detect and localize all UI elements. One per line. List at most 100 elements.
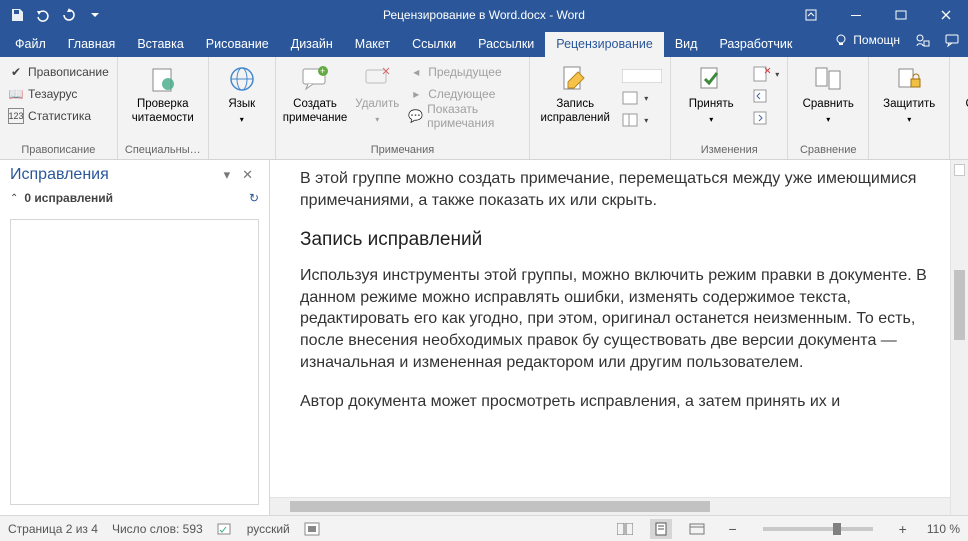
read-mode-icon[interactable] [614,519,636,539]
word-count[interactable]: Число слов: 593 [112,522,203,536]
accessibility-button[interactable]: Проверка читаемости [124,61,202,128]
zoom-in-button[interactable]: + [893,521,913,537]
tell-me-label: Помощн [853,33,900,47]
compare-label: Сравнить [803,98,854,112]
chevron-down-icon: ▾ [709,115,713,125]
revisions-list [10,219,259,505]
accept-button[interactable]: Принять ▾ [677,61,745,126]
close-button[interactable] [923,0,968,29]
horizontal-scrollbar[interactable] [270,497,950,515]
thesaurus-label: Тезаурус [28,87,77,101]
compare-button[interactable]: Сравнить ▾ [794,61,862,126]
track-changes-button[interactable]: Запись исправлений [536,61,614,128]
zoom-level[interactable]: 110 % [927,522,960,536]
doc-heading: Запись исправлений [300,229,932,251]
comments-icon[interactable] [944,32,960,48]
zoom-slider[interactable] [763,527,873,531]
status-bar: Страница 2 из 4 Число слов: 593 русский … [0,515,968,541]
tab-layout[interactable]: Макет [344,32,401,57]
globe-icon [226,63,258,95]
tab-references[interactable]: Ссылки [401,32,467,57]
onenote-button[interactable]: N Связанные заметки [956,61,968,128]
print-layout-icon[interactable] [650,519,672,539]
ribbon-options-icon[interactable] [788,0,833,29]
protect-button[interactable]: Защитить ▾ [875,61,943,126]
window-controls [788,0,968,29]
collapse-icon[interactable]: ⌃ [10,193,18,204]
chevron-down-icon: ▾ [240,115,244,125]
chevron-down-icon: ▾ [375,115,379,125]
next-comment-icon: ▸ [408,86,424,102]
tab-review[interactable]: Рецензирование [545,32,664,57]
tab-view[interactable]: Вид [664,32,709,57]
minimize-button[interactable] [833,0,878,29]
onenote-label: Связанные заметки [957,98,968,126]
panel-close-icon[interactable]: ✕ [236,167,259,183]
language-indicator[interactable]: русский [247,522,290,536]
reject-button[interactable]: ▾ [751,63,781,85]
new-comment-label: Создать примечание [283,98,348,126]
accept-icon [695,63,727,95]
tab-file[interactable]: Файл [4,32,57,57]
zoom-out-button[interactable]: − [722,521,742,537]
group-comments-label: Примечания [282,142,523,157]
document-page[interactable]: В этой группе можно создать примечание, … [270,160,950,497]
group-changes: Принять ▾ ▾ Изменения [671,57,788,159]
lightbulb-icon [834,33,848,47]
previous-comment-button: ◂Предыдущее [406,61,523,83]
tab-developer[interactable]: Разработчик [708,32,803,57]
new-comment-button[interactable]: + Создать примечание [282,61,349,128]
show-comments-label: Показать примечания [427,102,521,130]
tab-draw[interactable]: Рисование [195,32,280,57]
scrollbar-thumb[interactable] [290,501,710,512]
next-change-button[interactable] [751,107,781,129]
spelling-status-icon[interactable] [217,522,233,536]
doc-paragraph: Используя инструменты этой группы, можно… [300,265,932,373]
display-dropdown[interactable] [620,65,664,87]
redo-icon[interactable] [58,4,80,26]
language-button[interactable]: Язык ▾ [215,61,269,126]
delete-comment-button: Удалить ▾ [354,61,400,126]
ribbon-tabs: Файл Главная Вставка Рисование Дизайн Ма… [0,29,968,57]
page-indicator[interactable]: Страница 2 из 4 [8,522,98,536]
doc-paragraph: Автор документа может просмотреть исправ… [300,391,932,413]
book-icon: 📖 [8,86,24,102]
compare-icon [812,63,844,95]
tab-mailings[interactable]: Рассылки [467,32,545,57]
prev-change-button[interactable] [751,85,781,107]
accessibility-icon [147,63,179,95]
group-proofing: ✔Правописание 📖Тезаурус 123Статистика Пр… [0,57,118,159]
maximize-button[interactable] [878,0,923,29]
qat-customize-icon[interactable] [84,4,106,26]
markup-dropdown[interactable]: ▾ [620,87,664,109]
group-compare-label: Сравнение [794,142,862,157]
reviewing-pane-dropdown[interactable]: ▾ [620,109,664,131]
show-comments-icon: 💬 [408,108,423,124]
refresh-icon[interactable]: ↻ [249,191,259,205]
tell-me[interactable]: Помощн [834,33,900,47]
group-accessibility-label: Специальны… [124,142,202,157]
vertical-scrollbar[interactable] [950,160,968,515]
tab-insert[interactable]: Вставка [126,32,194,57]
spelling-button[interactable]: ✔Правописание [6,61,111,83]
thesaurus-button[interactable]: 📖 Тезаурус [6,83,111,105]
window-title: Рецензирование в Word.docx - Word [383,8,585,22]
accessibility-label: Проверка читаемости [125,98,201,126]
group-changes-label: Изменения [677,142,781,157]
macro-status-icon[interactable] [304,522,320,536]
group-language: Язык ▾ [209,57,276,159]
save-icon[interactable] [6,4,28,26]
lock-icon [893,63,925,95]
scrollbar-thumb[interactable] [954,270,965,340]
workspace: Исправления ▾ ✕ ⌃ 0 исправлений ↻ В этой… [0,160,968,515]
tab-design[interactable]: Дизайн [280,32,344,57]
prev-comment-label: Предыдущее [428,65,501,79]
share-icon[interactable] [914,32,930,48]
undo-icon[interactable] [32,4,54,26]
tab-home[interactable]: Главная [57,32,127,57]
zoom-thumb[interactable] [833,523,841,535]
web-layout-icon[interactable] [686,519,708,539]
panel-options-icon[interactable]: ▾ [218,167,237,183]
stats-button[interactable]: 123Статистика [6,105,111,127]
quick-access-toolbar [0,4,106,26]
